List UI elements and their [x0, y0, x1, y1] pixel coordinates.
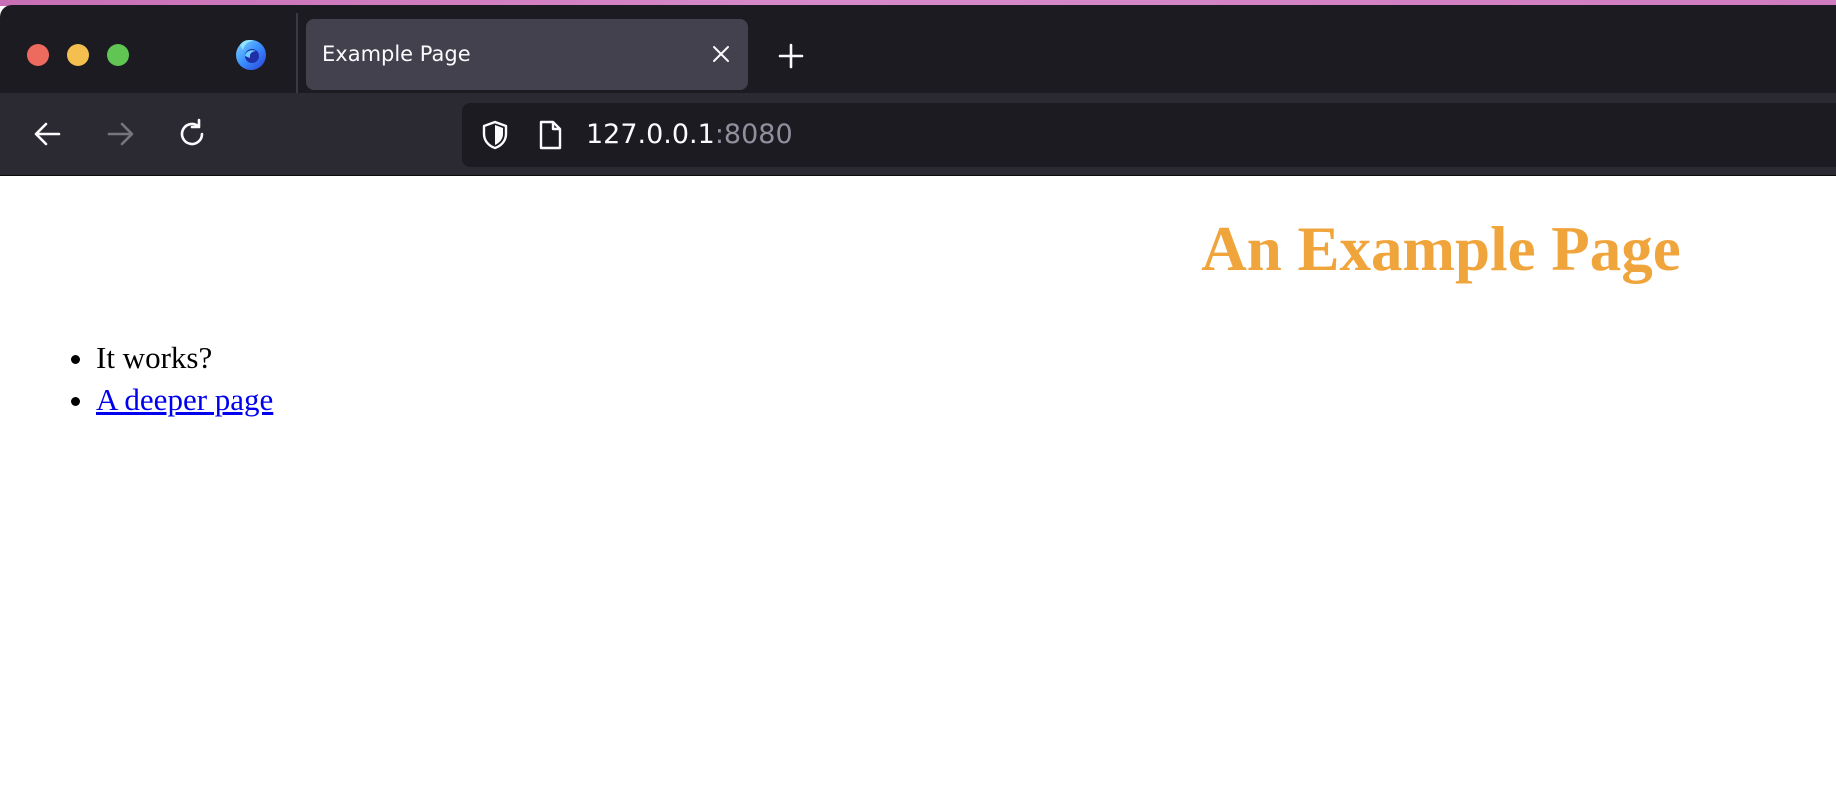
page-title: An Example Page [1201, 214, 1681, 284]
firefox-logo-icon[interactable] [234, 37, 268, 71]
forward-arrow-icon[interactable] [101, 115, 139, 153]
back-arrow-icon[interactable] [29, 115, 67, 153]
page-icon[interactable] [536, 119, 564, 151]
url-text[interactable]: 127.0.0.1:8080 [586, 119, 793, 150]
window-close-button[interactable] [27, 44, 49, 66]
new-tab-plus-icon[interactable] [776, 41, 806, 71]
url-host: 127.0.0.1 [586, 119, 715, 150]
window-maximize-button[interactable] [107, 44, 129, 66]
tab-bar: Example Page [0, 5, 1836, 98]
reload-icon[interactable] [173, 115, 211, 153]
page-content: An Example Page It works? A deeper page [0, 177, 1836, 792]
list-item-text: It works? [96, 340, 213, 375]
browser-window: Example Page 127.0.0.1:8080 An Example P… [0, 0, 1836, 792]
tab-example-page[interactable]: Example Page [306, 19, 748, 90]
deeper-page-link[interactable]: A deeper page [96, 382, 273, 417]
list-item: It works? [96, 337, 273, 379]
tab-divider [296, 13, 298, 98]
tab-title: Example Page [322, 42, 471, 66]
shield-icon[interactable] [480, 119, 510, 151]
url-bar[interactable]: 127.0.0.1:8080 [462, 103, 1836, 167]
page-list: It works? A deeper page [0, 337, 273, 421]
window-minimize-button[interactable] [67, 44, 89, 66]
navigation-toolbar: 127.0.0.1:8080 [0, 93, 1836, 176]
url-port: :8080 [714, 119, 793, 150]
close-icon[interactable] [708, 41, 734, 67]
list-item: A deeper page [96, 379, 273, 421]
